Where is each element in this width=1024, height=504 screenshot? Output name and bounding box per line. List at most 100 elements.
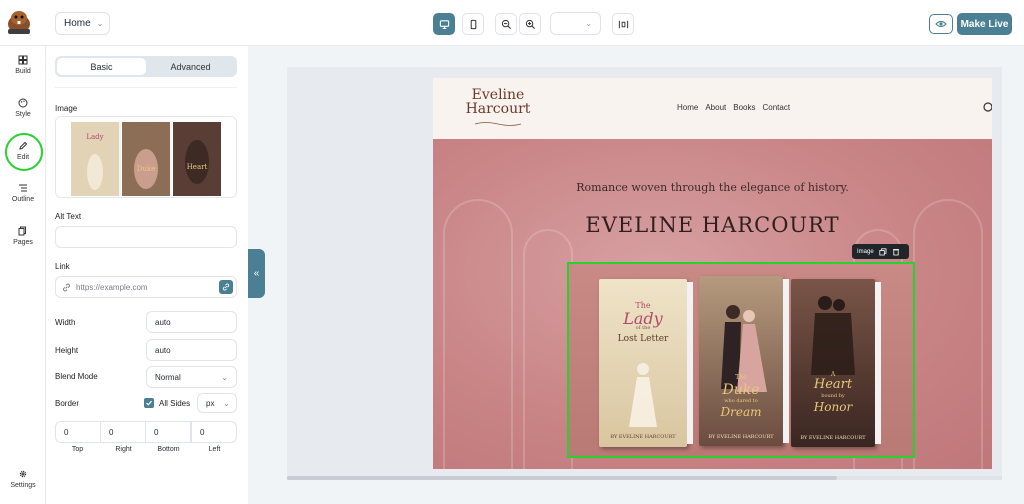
fit-width-button[interactable]	[612, 13, 634, 35]
width-label: Width	[55, 318, 76, 327]
selected-element-label: Image	[857, 248, 874, 255]
check-icon	[146, 400, 152, 406]
all-sides-checkbox[interactable]	[144, 398, 154, 408]
all-sides-label: All Sides	[159, 399, 191, 408]
alt-text-label: Alt Text	[55, 212, 82, 221]
tab-advanced[interactable]: Advanced	[146, 58, 235, 75]
collapse-panel-button[interactable]: «	[248, 249, 265, 298]
border-left-input[interactable]: 0	[191, 421, 237, 443]
make-live-button[interactable]: Make Live	[957, 13, 1012, 35]
website-builder: Home ⌄ ⌄ Make Live Build Style Edit Outl…	[0, 0, 1024, 504]
link-label: Link	[55, 262, 70, 271]
nav-link-books[interactable]: Books	[733, 103, 755, 112]
border-left-label: Left	[208, 446, 221, 453]
background-arch	[443, 199, 513, 469]
blend-mode-value: Normal	[155, 372, 181, 382]
zoom-out-button[interactable]	[495, 13, 517, 35]
monitor-icon	[439, 19, 449, 29]
rail-label: Outline	[11, 196, 35, 203]
svg-text:Duke: Duke	[137, 165, 156, 173]
desktop-view-button[interactable]	[433, 13, 455, 35]
blend-mode-label: Blend Mode	[55, 372, 98, 381]
link-input[interactable]: https://example.com	[55, 276, 237, 298]
border-bottom-input[interactable]: 0	[145, 421, 191, 443]
rail-label: Settings	[10, 482, 36, 489]
image-preview[interactable]: Lady Duke Heart	[55, 116, 237, 198]
book-covers-thumbnail: Lady Duke Heart	[56, 117, 236, 197]
top-toolbar: Home ⌄ ⌄ Make Live	[0, 0, 1024, 46]
chevron-down-icon: ⌄	[223, 398, 230, 408]
nav-link-home[interactable]: Home	[677, 103, 698, 112]
flourish-icon	[474, 122, 522, 126]
scrollbar-thumb[interactable]	[287, 476, 837, 480]
chevron-down-icon: ⌄	[96, 19, 104, 28]
border-right-input[interactable]: 0	[100, 421, 146, 443]
svg-text:Heart: Heart	[187, 163, 208, 171]
rail-item-settings[interactable]: Settings	[0, 469, 46, 489]
link-placeholder: https://example.com	[76, 282, 148, 292]
blend-mode-select[interactable]: Normal ⌄	[146, 366, 237, 388]
height-input[interactable]: auto	[146, 339, 237, 361]
rail-item-build[interactable]: Build	[0, 55, 46, 75]
site-header: Eveline Harcourt Home About Books Contac…	[433, 78, 992, 139]
zoom-in-button[interactable]	[519, 13, 541, 35]
border-unit-value: px	[206, 398, 215, 408]
alt-text-input[interactable]	[55, 226, 237, 248]
divider	[55, 87, 237, 88]
trash-icon[interactable]	[892, 248, 900, 256]
properties-panel: Basic Advanced Image Lady Duke Heart Alt…	[46, 46, 246, 504]
canvas-horizontal-scrollbar[interactable]	[287, 476, 1002, 480]
phone-icon	[470, 19, 476, 29]
page-select[interactable]: Home ⌄	[55, 12, 110, 35]
link-icon	[222, 283, 230, 291]
border-top-label: Top	[71, 446, 84, 453]
edit-highlight-ring	[5, 133, 43, 171]
hero-title: EVELINE HARCOURT	[585, 213, 840, 237]
rail-item-style[interactable]: Style	[0, 98, 46, 118]
brand-line-1: Eveline	[471, 87, 525, 103]
nav-link-contact[interactable]: Contact	[762, 103, 790, 112]
rail-item-pages[interactable]: Pages	[0, 226, 46, 246]
rail-item-outline[interactable]: Outline	[0, 183, 46, 203]
rail-label: Style	[15, 111, 31, 118]
beaver-logo-icon	[8, 11, 30, 34]
border-label: Border	[55, 399, 80, 408]
chevron-down-icon: ⌄	[585, 19, 592, 28]
gear-icon	[19, 470, 27, 478]
width-input[interactable]: auto	[146, 311, 237, 333]
eye-icon	[935, 20, 947, 28]
brand-line-2: Harcourt	[465, 101, 531, 117]
nav-link-about[interactable]: About	[705, 103, 726, 112]
height-label: Height	[55, 346, 79, 355]
link-picker-button[interactable]	[219, 280, 233, 294]
border-top-input[interactable]: 0	[55, 421, 101, 443]
search-icon[interactable]	[983, 102, 992, 114]
border-unit-select[interactable]: px ⌄	[197, 393, 237, 413]
duplicate-icon[interactable]	[879, 247, 887, 256]
left-rail: Build Style Edit Outline Pages Settings	[0, 46, 46, 504]
site-nav: Home About Books Contact	[677, 103, 790, 112]
tab-basic[interactable]: Basic	[57, 58, 146, 75]
hero-tagline: Romance woven through the elegance of hi…	[576, 181, 849, 194]
background-arch	[913, 199, 983, 469]
rail-label: Pages	[13, 239, 33, 246]
list-tree-icon	[19, 184, 27, 192]
fit-width-icon	[618, 20, 628, 28]
image-label: Image	[55, 104, 78, 113]
zoom-level-select[interactable]: ⌄	[550, 12, 601, 35]
site-brand-logo[interactable]: Eveline Harcourt	[463, 88, 533, 130]
palette-icon	[18, 98, 28, 108]
zoom-in-icon	[525, 19, 535, 29]
element-toolbar: Image	[852, 244, 909, 259]
mode-tabs: Basic Advanced	[55, 56, 237, 77]
chevron-down-icon: ⌄	[221, 372, 228, 382]
border-right-label: Right	[115, 446, 132, 453]
zoom-out-icon	[501, 19, 511, 29]
border-bottom-label: Bottom	[157, 446, 180, 453]
page-select-value: Home	[64, 18, 91, 29]
preview-button[interactable]	[929, 14, 953, 34]
selection-outline	[567, 262, 915, 458]
link-icon	[63, 283, 70, 292]
double-chevron-left-icon: «	[253, 268, 260, 279]
mobile-view-button[interactable]	[462, 13, 484, 35]
